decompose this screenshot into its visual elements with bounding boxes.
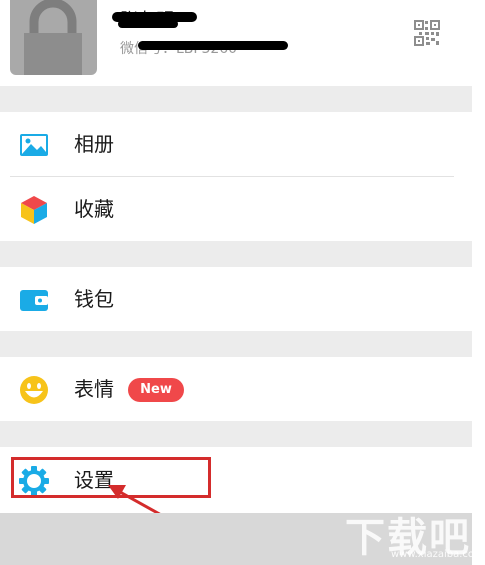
menu-item-album[interactable]: 相册 <box>0 112 472 176</box>
avatar[interactable] <box>10 0 97 75</box>
annotation-highlight-box <box>11 457 211 498</box>
menu-group-stickers: 表情 New <box>0 357 472 421</box>
section-gap <box>0 421 472 447</box>
menu-group-wallet: 钱包 <box>0 267 472 331</box>
menu-item-label: 相册 <box>74 132 114 156</box>
section-gap <box>0 331 472 357</box>
menu-item-label: 表情 <box>74 377 114 401</box>
watermark: 下载吧 www.xiazaiba.com <box>345 505 484 563</box>
menu-item-label: 收藏 <box>74 197 114 221</box>
qr-code-icon[interactable] <box>414 20 440 46</box>
watermark-url: www.xiazaiba.com <box>391 549 484 560</box>
favorites-cube-icon <box>21 196 47 224</box>
album-icon <box>20 134 48 156</box>
section-gap <box>0 241 472 267</box>
section-gap <box>0 86 472 112</box>
redaction-mark <box>138 41 288 50</box>
profile-header[interactable]: 张友明 微信号：LBF3260 <box>0 0 472 86</box>
redaction-mark <box>118 20 178 28</box>
menu-item-stickers[interactable]: 表情 New <box>0 357 472 421</box>
smiley-icon <box>20 376 48 404</box>
new-badge: New <box>128 378 184 402</box>
menu-item-favorites[interactable]: 收藏 <box>0 177 472 241</box>
menu-item-label: 钱包 <box>74 287 114 311</box>
lock-icon <box>24 0 82 75</box>
menu-item-wallet[interactable]: 钱包 <box>0 267 472 331</box>
wallet-icon <box>20 290 48 311</box>
menu-group-album: 相册 收藏 <box>0 112 472 241</box>
